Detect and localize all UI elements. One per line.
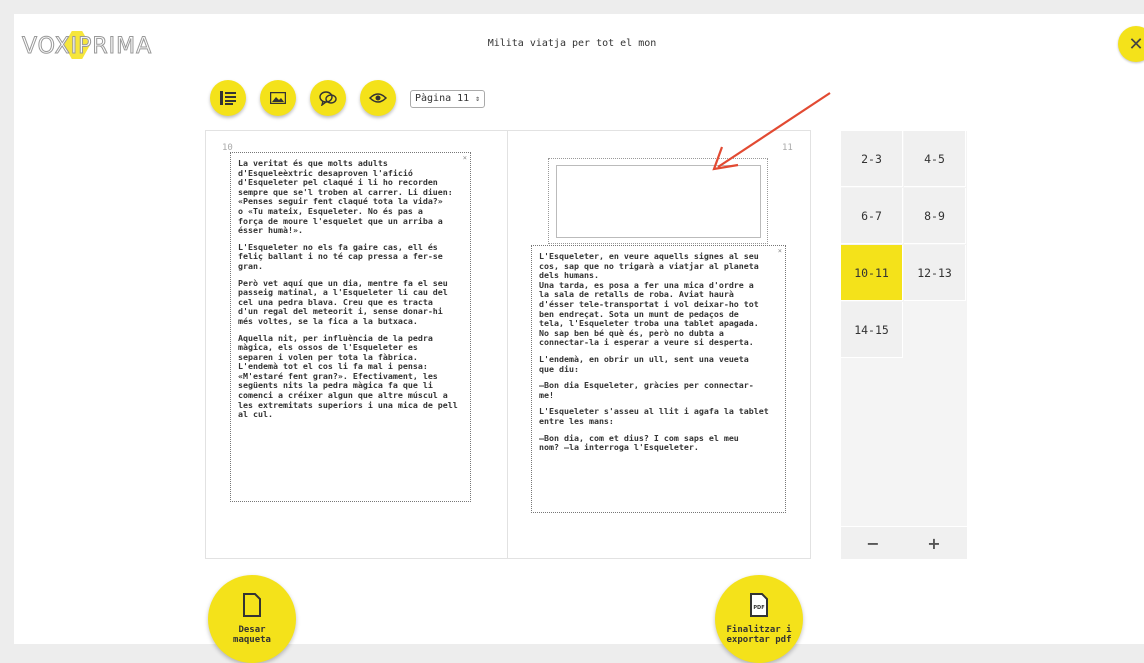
page-item-6-7[interactable]: 6-7: [841, 188, 903, 244]
finish-export-label: Finalitzar i exportar pdf: [726, 625, 792, 645]
speech-bubbles-icon: [319, 91, 337, 106]
paragraph: L'Esqueleter no els fa gaire cas, ell és…: [238, 241, 443, 271]
finish-export-pdf-button[interactable]: PDF Finalitzar i exportar pdf: [715, 575, 803, 663]
page-list: 2-3 4-5 6-7 8-9 10-11 12-13 14-15 − +: [841, 131, 967, 559]
page-item-2-3[interactable]: 2-3: [841, 131, 903, 187]
save-layout-button[interactable]: Desar maqueta: [208, 575, 296, 663]
image-icon: [270, 92, 286, 104]
left-text-box[interactable]: × La veritat és que molts adults d'Esque…: [230, 152, 471, 502]
text-tool-button[interactable]: [210, 80, 246, 116]
page-list-controls: − +: [841, 526, 967, 559]
paragraph: L'Esqueleter s'asseu al llit i agafa la …: [539, 406, 769, 426]
page-item-12-13[interactable]: 12-13: [904, 245, 966, 301]
spread-spine: [507, 131, 508, 558]
document-icon: [243, 593, 261, 617]
page-item-14-15[interactable]: 14-15: [841, 302, 903, 358]
right-text-box[interactable]: × L'Esqueleter, en veure aquells signes …: [531, 245, 786, 513]
text-box-close-icon[interactable]: ×: [463, 154, 467, 164]
paragraph: —Bon dia, com et dius? I com saps el meu…: [539, 432, 739, 453]
page-selector-value: Pàgina 11: [415, 93, 470, 104]
close-x-icon: ✕: [1128, 33, 1144, 55]
page-item-10-11[interactable]: 10-11: [841, 245, 903, 301]
save-layout-label: Desar maqueta: [233, 625, 271, 645]
page-item-4-5[interactable]: 4-5: [904, 131, 966, 187]
page-selector[interactable]: Pàgina 11 ⇕: [410, 90, 486, 108]
text-box-close-icon[interactable]: ×: [778, 247, 782, 257]
plus-icon: +: [927, 533, 941, 553]
page-spread: 10 11 × La veritat és que molts adults d…: [205, 130, 811, 559]
document-title: Milita viatja per tot el mon: [487, 38, 657, 49]
eye-icon: [369, 93, 387, 103]
annotation-arrow-icon: [712, 92, 831, 171]
paragraph: —Bon dia Esqueleter, gràcies per connect…: [539, 380, 754, 400]
page-item-8-9[interactable]: 8-9: [904, 188, 966, 244]
paragraph: Aquella nit, per influència de la pedra …: [238, 332, 458, 420]
speech-bubble-tool-button[interactable]: [310, 80, 346, 116]
text-lines-icon: [220, 91, 236, 105]
pdf-icon-text: PDF: [753, 605, 764, 611]
paragraph: L'endemà, en obrir un ull, sent una veue…: [539, 353, 749, 374]
paragraph: La veritat és que molts adults d'Esquele…: [238, 158, 453, 236]
paragraph: Però vet aquí que un dia, mentre fa el s…: [238, 277, 448, 326]
pdf-document-icon: PDF: [750, 593, 768, 617]
minus-icon: −: [866, 533, 880, 553]
select-arrows-icon: ⇕: [475, 94, 481, 103]
preview-tool-button[interactable]: [360, 80, 396, 116]
image-tool-button[interactable]: [260, 80, 296, 116]
remove-page-button[interactable]: −: [858, 533, 888, 553]
add-page-button[interactable]: +: [919, 533, 949, 553]
paragraph: L'Esqueleter, en veure aquells signes al…: [539, 251, 759, 348]
